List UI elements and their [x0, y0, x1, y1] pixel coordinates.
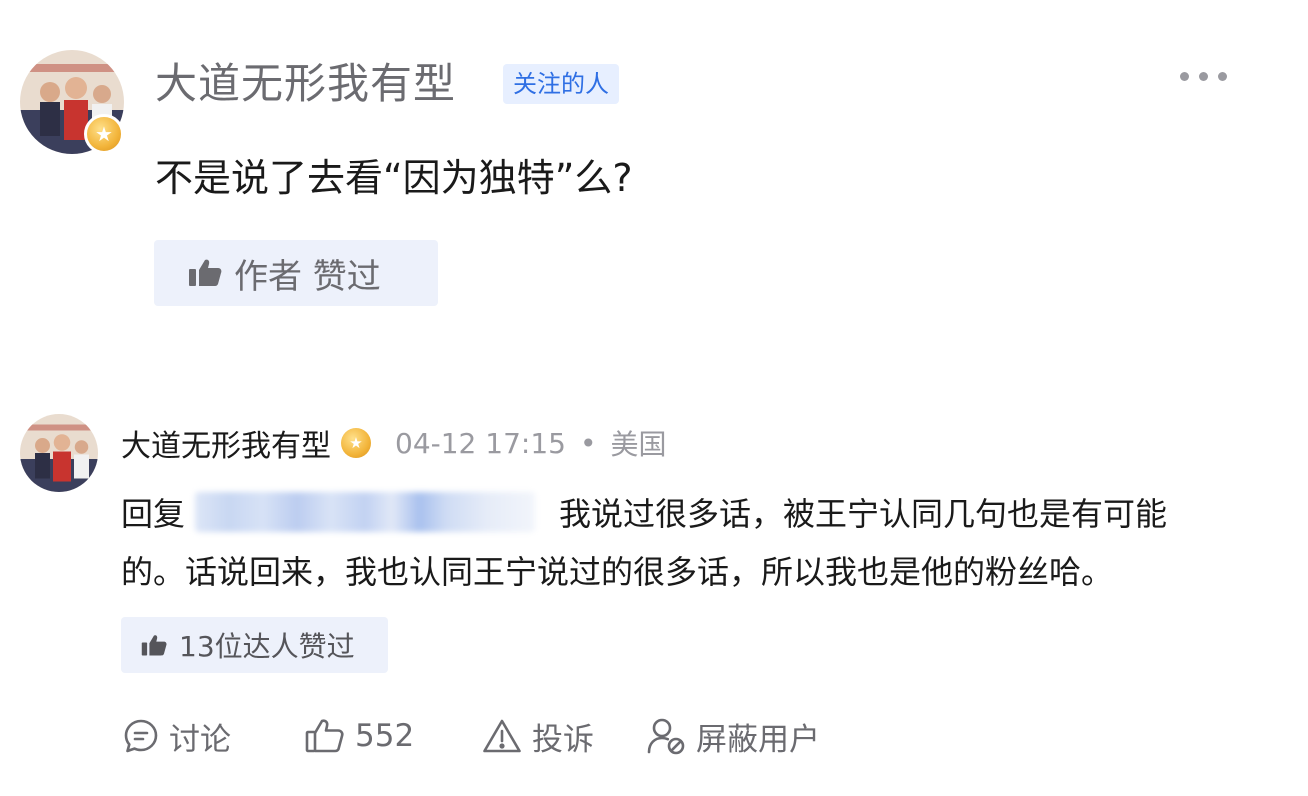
- reply-username[interactable]: 大道无形我有型: [121, 421, 331, 465]
- location: 美国: [610, 428, 667, 461]
- gold-badge-icon: ★: [341, 428, 371, 458]
- username[interactable]: 大道无形我有型: [155, 58, 456, 110]
- report-label: 投诉: [532, 721, 594, 758]
- follow-tag: 关注的人: [503, 64, 619, 104]
- block-user-button[interactable]: 屏蔽用户: [646, 710, 820, 762]
- reply-avatar[interactable]: [20, 414, 98, 492]
- report-button[interactable]: 投诉: [482, 710, 594, 762]
- author-liked-chip: 作者 赞过: [154, 240, 438, 306]
- reply-text-1: 我说过很多话，被王宁认同几句也是有可能: [559, 495, 1168, 533]
- reply-header: 大道无形我有型 ★ 04-12 17:15 • 美国: [121, 420, 666, 466]
- thumbs-up-filled-icon: [141, 634, 167, 657]
- block-user-icon: [646, 717, 686, 755]
- vip-badge-icon: ★: [84, 114, 124, 154]
- author-liked-label: 作者 赞过: [234, 256, 381, 297]
- block-user-label: 屏蔽用户: [696, 721, 820, 758]
- reply-text-line-2: 的。话说回来，我也认同王宁说过的很多话，所以我也是他的粉丝哈。: [121, 553, 1114, 591]
- like-count: 552: [355, 718, 415, 754]
- reply-text-line-1: 回复 我说过很多话，被王宁认同几句也是有可能: [121, 488, 1167, 536]
- more-horizontal-icon[interactable]: [1180, 72, 1227, 81]
- thumbs-up-icon: [305, 718, 345, 754]
- chat-bubble-icon: [123, 718, 159, 754]
- warning-triangle-icon: [482, 718, 522, 754]
- comment-text: 不是说了去看“因为独特”么?: [155, 156, 633, 200]
- reply-prefix: 回复: [121, 495, 186, 533]
- expert-liked-chip[interactable]: 13位达人赞过: [121, 617, 388, 673]
- discuss-button[interactable]: 讨论: [123, 710, 231, 762]
- discuss-label: 讨论: [169, 721, 231, 758]
- timestamp: 04-12 17:15: [395, 426, 566, 460]
- blurred-mention: [195, 492, 536, 532]
- thumbs-up-filled-icon: [188, 258, 222, 288]
- comment-thread: ★ 大道无形我有型 关注的人 不是说了去看“因为独特”么? 作者 赞过 大道无形…: [0, 0, 1308, 796]
- separator-dot: •: [579, 426, 597, 460]
- like-button[interactable]: 552: [305, 710, 414, 762]
- expert-liked-label: 13位达人赞过: [179, 630, 355, 663]
